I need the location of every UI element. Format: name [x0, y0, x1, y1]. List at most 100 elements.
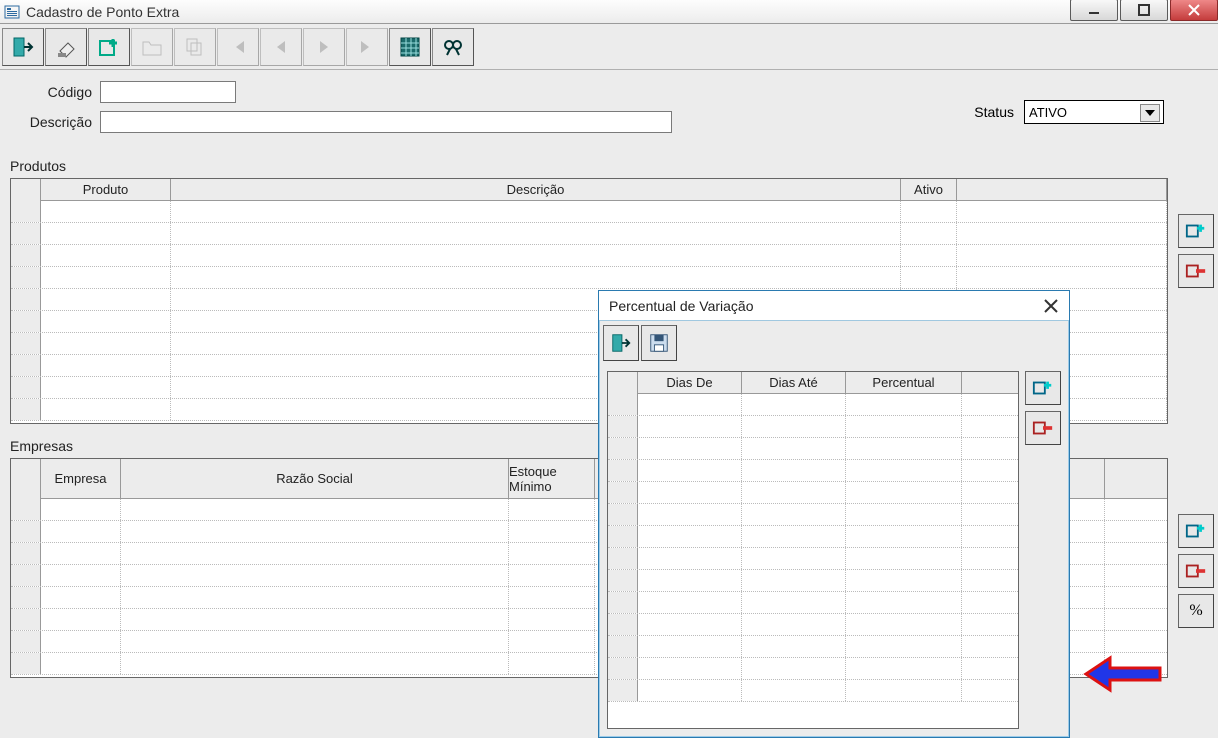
- column-header[interactable]: Percentual: [846, 372, 962, 393]
- cell[interactable]: [846, 504, 962, 525]
- cell[interactable]: [509, 609, 595, 630]
- table-row[interactable]: [608, 460, 1018, 482]
- cell[interactable]: [846, 680, 962, 701]
- row-handle[interactable]: [608, 526, 638, 547]
- table-row[interactable]: [608, 636, 1018, 658]
- cell[interactable]: [742, 416, 846, 437]
- row-handle[interactable]: [608, 592, 638, 613]
- empresas-percent-button[interactable]: %: [1178, 594, 1214, 628]
- cell[interactable]: [41, 311, 171, 332]
- cell[interactable]: [41, 653, 121, 674]
- cell[interactable]: [846, 394, 962, 415]
- toolbar-search-button[interactable]: [432, 28, 474, 66]
- cell[interactable]: [509, 587, 595, 608]
- cell[interactable]: [742, 460, 846, 481]
- dialog-exit-button[interactable]: [603, 325, 639, 361]
- table-row[interactable]: [608, 438, 1018, 460]
- produtos-add-button[interactable]: [1178, 214, 1214, 248]
- cell[interactable]: [846, 570, 962, 591]
- row-handle[interactable]: [11, 543, 41, 564]
- cell[interactable]: [41, 399, 171, 420]
- cell[interactable]: [846, 438, 962, 459]
- row-handle[interactable]: [11, 609, 41, 630]
- dialog-close-button[interactable]: [1041, 296, 1061, 316]
- cell[interactable]: [638, 592, 742, 613]
- row-handle[interactable]: [11, 355, 41, 376]
- cell[interactable]: [41, 609, 121, 630]
- row-handle[interactable]: [11, 311, 41, 332]
- row-handle[interactable]: [11, 267, 41, 288]
- cell[interactable]: [742, 548, 846, 569]
- row-handle[interactable]: [11, 631, 41, 652]
- cell[interactable]: [171, 201, 901, 222]
- cell[interactable]: [121, 631, 509, 652]
- table-row[interactable]: [608, 680, 1018, 702]
- cell[interactable]: [41, 289, 171, 310]
- cell[interactable]: [41, 267, 171, 288]
- row-handle[interactable]: [11, 223, 41, 244]
- cell[interactable]: [742, 394, 846, 415]
- cell[interactable]: [171, 267, 901, 288]
- row-handle[interactable]: [11, 289, 41, 310]
- cell[interactable]: [846, 614, 962, 635]
- cell[interactable]: [121, 565, 509, 586]
- cell[interactable]: [41, 543, 121, 564]
- table-row[interactable]: [608, 526, 1018, 548]
- toolbar-add-button[interactable]: [88, 28, 130, 66]
- empresas-add-button[interactable]: [1178, 514, 1214, 548]
- cell[interactable]: [638, 570, 742, 591]
- table-row[interactable]: [608, 548, 1018, 570]
- column-header[interactable]: Descrição: [171, 179, 901, 200]
- column-header[interactable]: Dias Até: [742, 372, 846, 393]
- cell[interactable]: [638, 548, 742, 569]
- cell[interactable]: [742, 614, 846, 635]
- cell[interactable]: [638, 658, 742, 679]
- cell[interactable]: [957, 267, 1167, 288]
- cell[interactable]: [41, 377, 171, 398]
- table-row[interactable]: [608, 592, 1018, 614]
- cell[interactable]: [742, 482, 846, 503]
- table-row[interactable]: [11, 245, 1167, 267]
- cell[interactable]: [957, 245, 1167, 266]
- minimize-button[interactable]: [1070, 0, 1118, 21]
- cell[interactable]: [846, 592, 962, 613]
- column-header[interactable]: Estoque Mínimo: [509, 459, 595, 498]
- descricao-input[interactable]: [100, 111, 672, 133]
- cell[interactable]: [41, 355, 171, 376]
- cell[interactable]: [846, 526, 962, 547]
- cell[interactable]: [742, 658, 846, 679]
- percentual-grid[interactable]: Dias DeDias AtéPercentual: [607, 371, 1019, 729]
- toolbar-grid-button[interactable]: [389, 28, 431, 66]
- table-row[interactable]: [608, 570, 1018, 592]
- cell[interactable]: [901, 201, 957, 222]
- row-handle[interactable]: [608, 614, 638, 635]
- row-handle[interactable]: [608, 658, 638, 679]
- row-handle[interactable]: [11, 653, 41, 674]
- column-header[interactable]: Produto: [41, 179, 171, 200]
- dialog-remove-row-button[interactable]: [1025, 411, 1061, 445]
- cell[interactable]: [41, 333, 171, 354]
- cell[interactable]: [121, 587, 509, 608]
- column-header[interactable]: Dias De: [638, 372, 742, 393]
- cell[interactable]: [638, 614, 742, 635]
- cell[interactable]: [901, 245, 957, 266]
- cell[interactable]: [742, 504, 846, 525]
- cell[interactable]: [742, 592, 846, 613]
- cell[interactable]: [742, 526, 846, 547]
- row-handle[interactable]: [11, 587, 41, 608]
- row-handle[interactable]: [608, 680, 638, 701]
- column-header[interactable]: [957, 179, 1167, 200]
- table-row[interactable]: [608, 416, 1018, 438]
- row-handle[interactable]: [608, 438, 638, 459]
- cell[interactable]: [171, 223, 901, 244]
- cell[interactable]: [509, 521, 595, 542]
- cell[interactable]: [41, 223, 171, 244]
- row-handle[interactable]: [11, 499, 41, 520]
- row-handle[interactable]: [11, 377, 41, 398]
- row-handle[interactable]: [11, 333, 41, 354]
- table-row[interactable]: [11, 267, 1167, 289]
- cell[interactable]: [957, 201, 1167, 222]
- cell[interactable]: [41, 499, 121, 520]
- row-handle[interactable]: [608, 504, 638, 525]
- cell[interactable]: [509, 499, 595, 520]
